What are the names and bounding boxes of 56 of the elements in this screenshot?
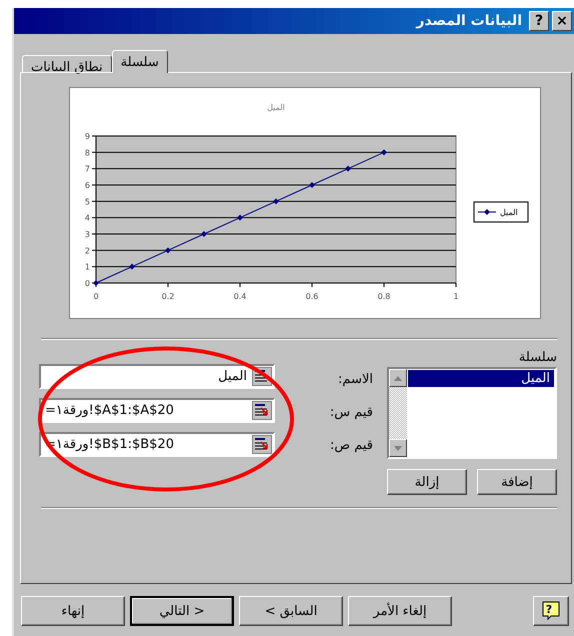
scrollbar[interactable] <box>389 369 407 457</box>
field-label: قيم ص: <box>328 438 373 455</box>
tab[interactable]: سلسلة <box>112 50 168 73</box>
wizard-button[interactable]: < السابق <box>239 596 343 626</box>
speech-bubble-icon <box>541 601 561 621</box>
legend-label: الميل <box>500 208 518 217</box>
data-point <box>129 264 135 270</box>
data-point <box>345 166 351 172</box>
legend-marker-icon <box>478 209 496 215</box>
field-label: الاسم: <box>337 372 373 389</box>
window-title: البيانات المصدر <box>416 13 522 29</box>
range-picker-icon[interactable] <box>252 435 272 454</box>
y-tick-label: 4 <box>84 214 90 223</box>
input-field[interactable]: الميل <box>39 364 275 389</box>
add-button[interactable]: إضافة <box>477 469 557 495</box>
data-point <box>165 247 171 254</box>
data-point <box>201 231 207 237</box>
chart-title: الميل <box>267 103 285 112</box>
y-tick-label: 8 <box>84 148 90 158</box>
remove-button[interactable]: إزالة <box>387 469 467 495</box>
wizard-button[interactable]: إنهاء <box>21 596 125 626</box>
data-point <box>273 198 279 204</box>
y-tick-label: 3 <box>84 230 90 239</box>
x-tick-label: 1 <box>453 292 459 301</box>
y-tick-label: 1 <box>84 262 90 272</box>
series-list-item[interactable]: الميل <box>408 370 554 387</box>
data-point <box>381 149 387 156</box>
x-tick-label: 0.8 <box>378 292 390 301</box>
help-button[interactable]: ? <box>533 596 569 626</box>
x-tick-label: 0.6 <box>306 292 318 301</box>
y-tick-label: 2 <box>84 246 90 256</box>
up-arrow-icon <box>394 376 402 380</box>
wizard-button[interactable]: التالي > <box>130 596 234 626</box>
y-tick-label: 5 <box>84 197 90 206</box>
data-point <box>309 182 315 188</box>
range-picker-icon[interactable] <box>252 401 272 420</box>
close-button[interactable]: × <box>552 11 572 31</box>
series-listbox[interactable]: الميل <box>387 367 557 459</box>
x-tick-label: 0.2 <box>162 292 174 301</box>
input-field[interactable]: =ورقة١!$A$1:$A$20 <box>39 398 275 423</box>
help-button[interactable]: ? <box>529 11 549 31</box>
series-label: سلسلة <box>518 350 557 365</box>
data-point <box>237 214 243 221</box>
data-point <box>93 280 99 286</box>
legend-box <box>474 202 528 222</box>
y-tick-label: 0 <box>84 279 90 288</box>
y-tick-label: 9 <box>84 132 90 141</box>
wizard-button[interactable]: إلغاء الأمر <box>348 596 452 626</box>
y-tick-label: 7 <box>84 164 90 174</box>
x-tick-label: 0.4 <box>234 292 246 301</box>
scroll-up-button[interactable] <box>389 369 407 387</box>
down-arrow-icon <box>394 446 402 450</box>
x-tick-label: 0 <box>93 292 99 301</box>
field-label: قيم س: <box>328 405 373 422</box>
scroll-down-button[interactable] <box>389 439 407 457</box>
y-tick-label: 6 <box>84 181 90 190</box>
